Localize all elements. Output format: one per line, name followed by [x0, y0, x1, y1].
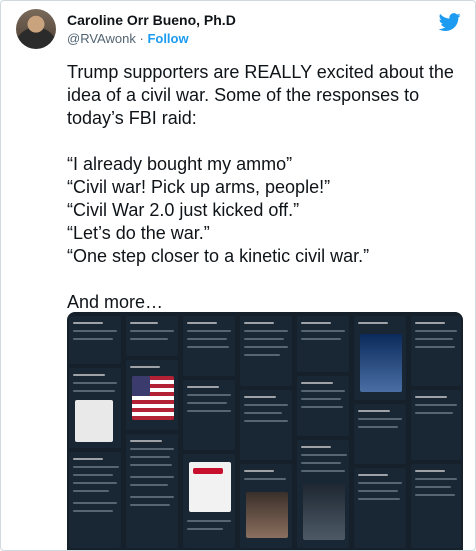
- collage-tweet: [240, 390, 292, 460]
- author-block[interactable]: Caroline Orr Bueno, Ph.D @RVAwonk · Foll…: [67, 12, 236, 46]
- collage-tweet: [183, 316, 235, 376]
- collage-tweet: [354, 316, 406, 400]
- collage-column-1: [67, 312, 123, 550]
- collage-tweet: [411, 464, 461, 548]
- collage-tweet: [69, 316, 121, 364]
- tweet-quote-2: “Civil war! Pick up arms, people!”: [67, 177, 331, 197]
- collage-tweet: [126, 316, 178, 356]
- collage-tweet: [240, 316, 292, 386]
- collage-column-6: [352, 312, 408, 550]
- twitter-bird-icon[interactable]: [439, 11, 461, 33]
- tweet-quote-4: “Let’s do the war.”: [67, 223, 210, 243]
- collage-tweet: [354, 404, 406, 464]
- collage-tweet: [126, 434, 178, 548]
- collage-tweet: [354, 468, 406, 548]
- collage-column-7: [409, 312, 463, 550]
- collage-column-2: [124, 312, 180, 550]
- collage-tweet: [297, 316, 349, 372]
- collage-tweet: [183, 454, 235, 548]
- tweet-quote-5: “One step closer to a kinetic civil war.…: [67, 246, 370, 266]
- follow-button[interactable]: Follow: [147, 31, 188, 46]
- collage-column-3: [181, 312, 237, 550]
- tweet-paragraph-outro: And more…: [67, 292, 164, 312]
- collage-tweet: [69, 368, 121, 448]
- collage-tweet: [69, 452, 121, 548]
- tweet-media-collage[interactable]: [67, 312, 463, 550]
- collage-column-5: [295, 312, 351, 550]
- avatar[interactable]: [16, 9, 56, 49]
- tweet-quote-1: “I already bought my ammo”: [67, 154, 293, 174]
- collage-column-4: [238, 312, 294, 550]
- tweet-card: Caroline Orr Bueno, Ph.D @RVAwonk · Foll…: [0, 0, 476, 551]
- collage-tweet: [126, 360, 178, 430]
- collage-tweet: [183, 380, 235, 450]
- author-handle[interactable]: @RVAwonk: [67, 31, 136, 46]
- tweet-text: Trump supporters are REALLY excited abou…: [67, 61, 462, 314]
- collage-tweet: [411, 316, 461, 386]
- tweet-paragraph-intro: Trump supporters are REALLY excited abou…: [67, 62, 454, 128]
- tweet-quote-3: “Civil War 2.0 just kicked off.”: [67, 200, 300, 220]
- separator-dot: ·: [139, 31, 144, 46]
- collage-tweet: [240, 464, 292, 548]
- author-handle-line: @RVAwonk · Follow: [67, 31, 236, 46]
- author-display-name[interactable]: Caroline Orr Bueno, Ph.D: [67, 12, 236, 28]
- collage-tweet: [411, 390, 461, 460]
- collage-tweet: [297, 440, 349, 548]
- collage-tweet: [297, 376, 349, 436]
